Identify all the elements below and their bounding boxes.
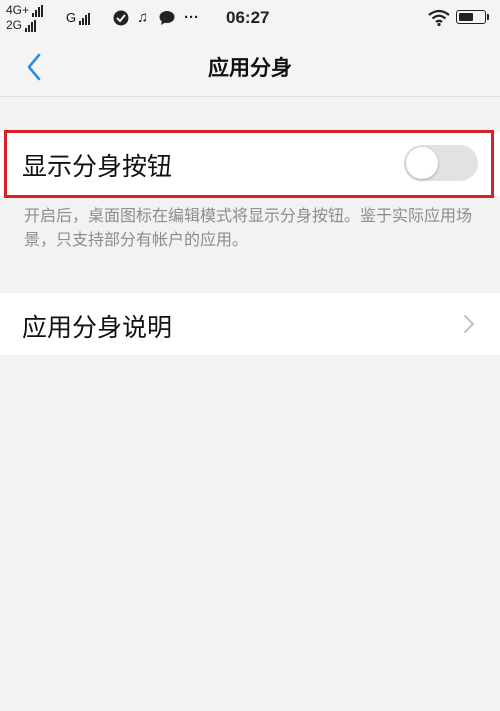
status-bar: 4G+ 2G G ♫ ··· 06:27 [0, 0, 500, 36]
signal-icon [79, 13, 91, 25]
list-item-label: 应用分身说明 [22, 313, 173, 342]
network-type-bottom: 2G [6, 18, 23, 32]
battery-icon [456, 10, 489, 24]
message-icon [158, 9, 176, 32]
page-title: 应用分身 [208, 56, 292, 80]
clock: 06:27 [226, 8, 270, 27]
cellular-signal-stack: 4G+ 2G [6, 2, 44, 32]
signal-icon [25, 20, 37, 32]
setting-description: 开启后，桌面图标在编辑模式将显示分身按钮。鉴于实际应用场景，只支持部分有帐户的应… [24, 206, 473, 249]
app-clone-explanation-item[interactable]: 应用分身说明 [0, 293, 500, 355]
wifi-icon [428, 9, 450, 31]
navigation-header: 应用分身 [0, 36, 500, 97]
signal-icon [32, 5, 44, 17]
chevron-right-icon [462, 313, 476, 339]
network-g: G [66, 10, 91, 25]
app-notification-icon [112, 9, 130, 32]
highlight-box [4, 130, 494, 198]
network-type-top: 4G+ [6, 3, 30, 17]
more-notifications-icon: ··· [184, 9, 199, 26]
music-icon: ♫ [137, 9, 149, 26]
